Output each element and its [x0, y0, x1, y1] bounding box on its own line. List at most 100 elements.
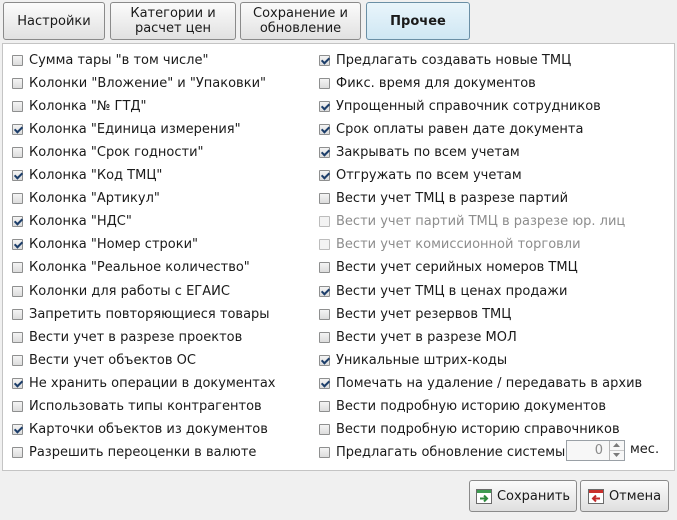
checkbox[interactable] [319, 146, 330, 158]
left-option[interactable]: Колонка "НДС" [12, 213, 132, 231]
right-option[interactable]: Вести подробную историю документов [319, 398, 606, 416]
option-label: Закрывать по всем учетам [336, 144, 520, 160]
checkbox[interactable] [319, 308, 330, 320]
option-label: Вести учет в разрезе проектов [29, 329, 243, 345]
checkbox[interactable] [319, 54, 330, 66]
checkbox[interactable] [319, 170, 330, 181]
right-option[interactable]: Вести подробную историю справочников [319, 421, 620, 439]
checkbox[interactable] [319, 123, 330, 135]
option-label: Уникальные штрих-коды [336, 352, 508, 368]
option-label: Вести подробную историю справочников [336, 422, 620, 438]
right-option[interactable]: Упрощенный справочник сотрудников [319, 97, 601, 115]
checkbox[interactable] [12, 424, 23, 436]
checkbox[interactable] [319, 401, 330, 412]
right-option[interactable]: Отгружать по всем учетам [319, 167, 522, 185]
right-option[interactable]: Помечать на удаление / передавать в архи… [319, 374, 642, 392]
option-label: Карточки объектов из документов [29, 422, 268, 438]
update-interval-spinner[interactable]: 0 [566, 440, 625, 461]
checkbox[interactable] [12, 354, 23, 366]
left-option[interactable]: Сумма тары "в том числе" [12, 51, 208, 69]
option-label: Сумма тары "в том числе" [29, 52, 209, 68]
option-label: Предлагать обновление системы [336, 445, 566, 461]
option-label: Разрешить переоценки в валюте [29, 445, 257, 461]
left-option[interactable]: Вести учет объектов ОС [12, 351, 196, 369]
right-option[interactable]: Фикс. время для документов [319, 74, 536, 92]
tab-save-update[interactable]: Сохранение и обновление [240, 2, 361, 40]
checkbox[interactable] [12, 146, 23, 158]
tab-settings[interactable]: Настройки [3, 2, 105, 40]
right-option[interactable]: Вести учет серийных номеров ТМЦ [319, 259, 578, 277]
spinner-down-button[interactable] [610, 450, 624, 460]
checkbox[interactable] [12, 447, 23, 459]
right-option[interactable]: Вести учет резервов ТМЦ [319, 305, 511, 323]
checkbox[interactable] [319, 193, 330, 205]
left-option[interactable]: Разрешить переоценки в валюте [12, 444, 256, 462]
checkbox[interactable] [12, 377, 23, 389]
left-option[interactable]: Использовать типы контрагентов [12, 398, 262, 416]
option-label: Колонка "Артикул" [29, 191, 160, 207]
left-option[interactable]: Колонка "Реальное количество" [12, 259, 250, 277]
left-option[interactable]: Не хранить операции в документах [12, 374, 276, 392]
left-option[interactable]: Колонка "Код ТМЦ" [12, 167, 162, 185]
option-label: Колонка "НДС" [29, 214, 132, 230]
left-option[interactable]: Колонка "Единица измерения" [12, 120, 241, 138]
option-label: Вести учет в разрезе МОЛ [336, 329, 517, 345]
checkbox[interactable] [12, 123, 23, 135]
left-option[interactable]: Колонка "Срок годности" [12, 143, 204, 161]
checkbox[interactable] [12, 193, 23, 205]
checkbox[interactable] [12, 308, 23, 320]
checkbox[interactable] [12, 170, 23, 181]
cancel-button-label: Отмена [608, 488, 662, 504]
save-button-label: Сохранить [496, 488, 571, 504]
left-option[interactable]: Карточки объектов из документов [12, 421, 268, 439]
option-label: Колонки для работы с ЕГАИС [29, 283, 230, 299]
option-label: Колонка "Код ТМЦ" [29, 168, 163, 183]
tab-categories-prices-label: Категории и расчет цен [130, 6, 216, 36]
left-option[interactable]: Колонки "Вложение" и "Упаковки" [12, 74, 266, 92]
checkbox[interactable] [319, 354, 330, 366]
option-label: Упрощенный справочник сотрудников [336, 98, 601, 114]
left-option[interactable]: Запретить повторяющиеся товары [12, 305, 270, 323]
left-option[interactable]: Колонка "№ ГТД" [12, 97, 147, 115]
checkbox[interactable] [319, 424, 330, 436]
checkbox [319, 239, 330, 251]
option-label: Использовать типы контрагентов [29, 399, 262, 414]
right-option[interactable]: Уникальные штрих-коды [319, 351, 507, 369]
option-label: Колонки "Вложение" и "Упаковки" [29, 75, 267, 91]
checkbox[interactable] [319, 377, 330, 389]
checkbox[interactable] [12, 262, 23, 274]
right-option[interactable]: Вести учет ТМЦ в разрезе партий [319, 190, 568, 208]
left-option[interactable]: Колонка "Артикул" [12, 190, 160, 208]
checkbox[interactable] [12, 285, 23, 297]
checkbox[interactable] [319, 262, 330, 274]
checkbox[interactable] [319, 285, 330, 297]
option-label: Фикс. время для документов [336, 75, 536, 91]
tab-categories-prices[interactable]: Категории и расчет цен [110, 2, 236, 40]
checkbox[interactable] [319, 100, 330, 112]
cancel-button[interactable]: Отмена [580, 480, 669, 512]
checkbox[interactable] [12, 216, 23, 228]
checkbox[interactable] [319, 77, 330, 89]
option-label: Колонка "№ ГТД" [29, 98, 147, 114]
right-option[interactable]: Предлагать обновление системы [319, 444, 565, 462]
spinner-up-button[interactable] [610, 441, 624, 450]
left-option[interactable]: Колонка "Номер строки" [12, 236, 198, 254]
checkbox[interactable] [319, 331, 330, 343]
right-option[interactable]: Предлагать создавать новые ТМЦ [319, 51, 571, 69]
right-option[interactable]: Вести учет ТМЦ в ценах продажи [319, 282, 567, 300]
update-interval-value[interactable]: 0 [569, 443, 603, 458]
checkbox[interactable] [12, 401, 23, 412]
left-option[interactable]: Колонки для работы с ЕГАИС [12, 282, 230, 300]
left-option[interactable]: Вести учет в разрезе проектов [12, 328, 242, 346]
checkbox[interactable] [12, 331, 23, 343]
right-option[interactable]: Закрывать по всем учетам [319, 143, 520, 161]
right-option[interactable]: Вести учет в разрезе МОЛ [319, 328, 517, 346]
checkbox[interactable] [12, 54, 23, 66]
checkbox[interactable] [319, 447, 330, 459]
right-option[interactable]: Срок оплаты равен дате документа [319, 120, 583, 138]
save-button[interactable]: Сохранить [469, 480, 577, 512]
checkbox[interactable] [12, 239, 23, 251]
tab-other[interactable]: Прочее [366, 2, 470, 40]
checkbox[interactable] [12, 77, 23, 89]
checkbox[interactable] [12, 100, 23, 112]
